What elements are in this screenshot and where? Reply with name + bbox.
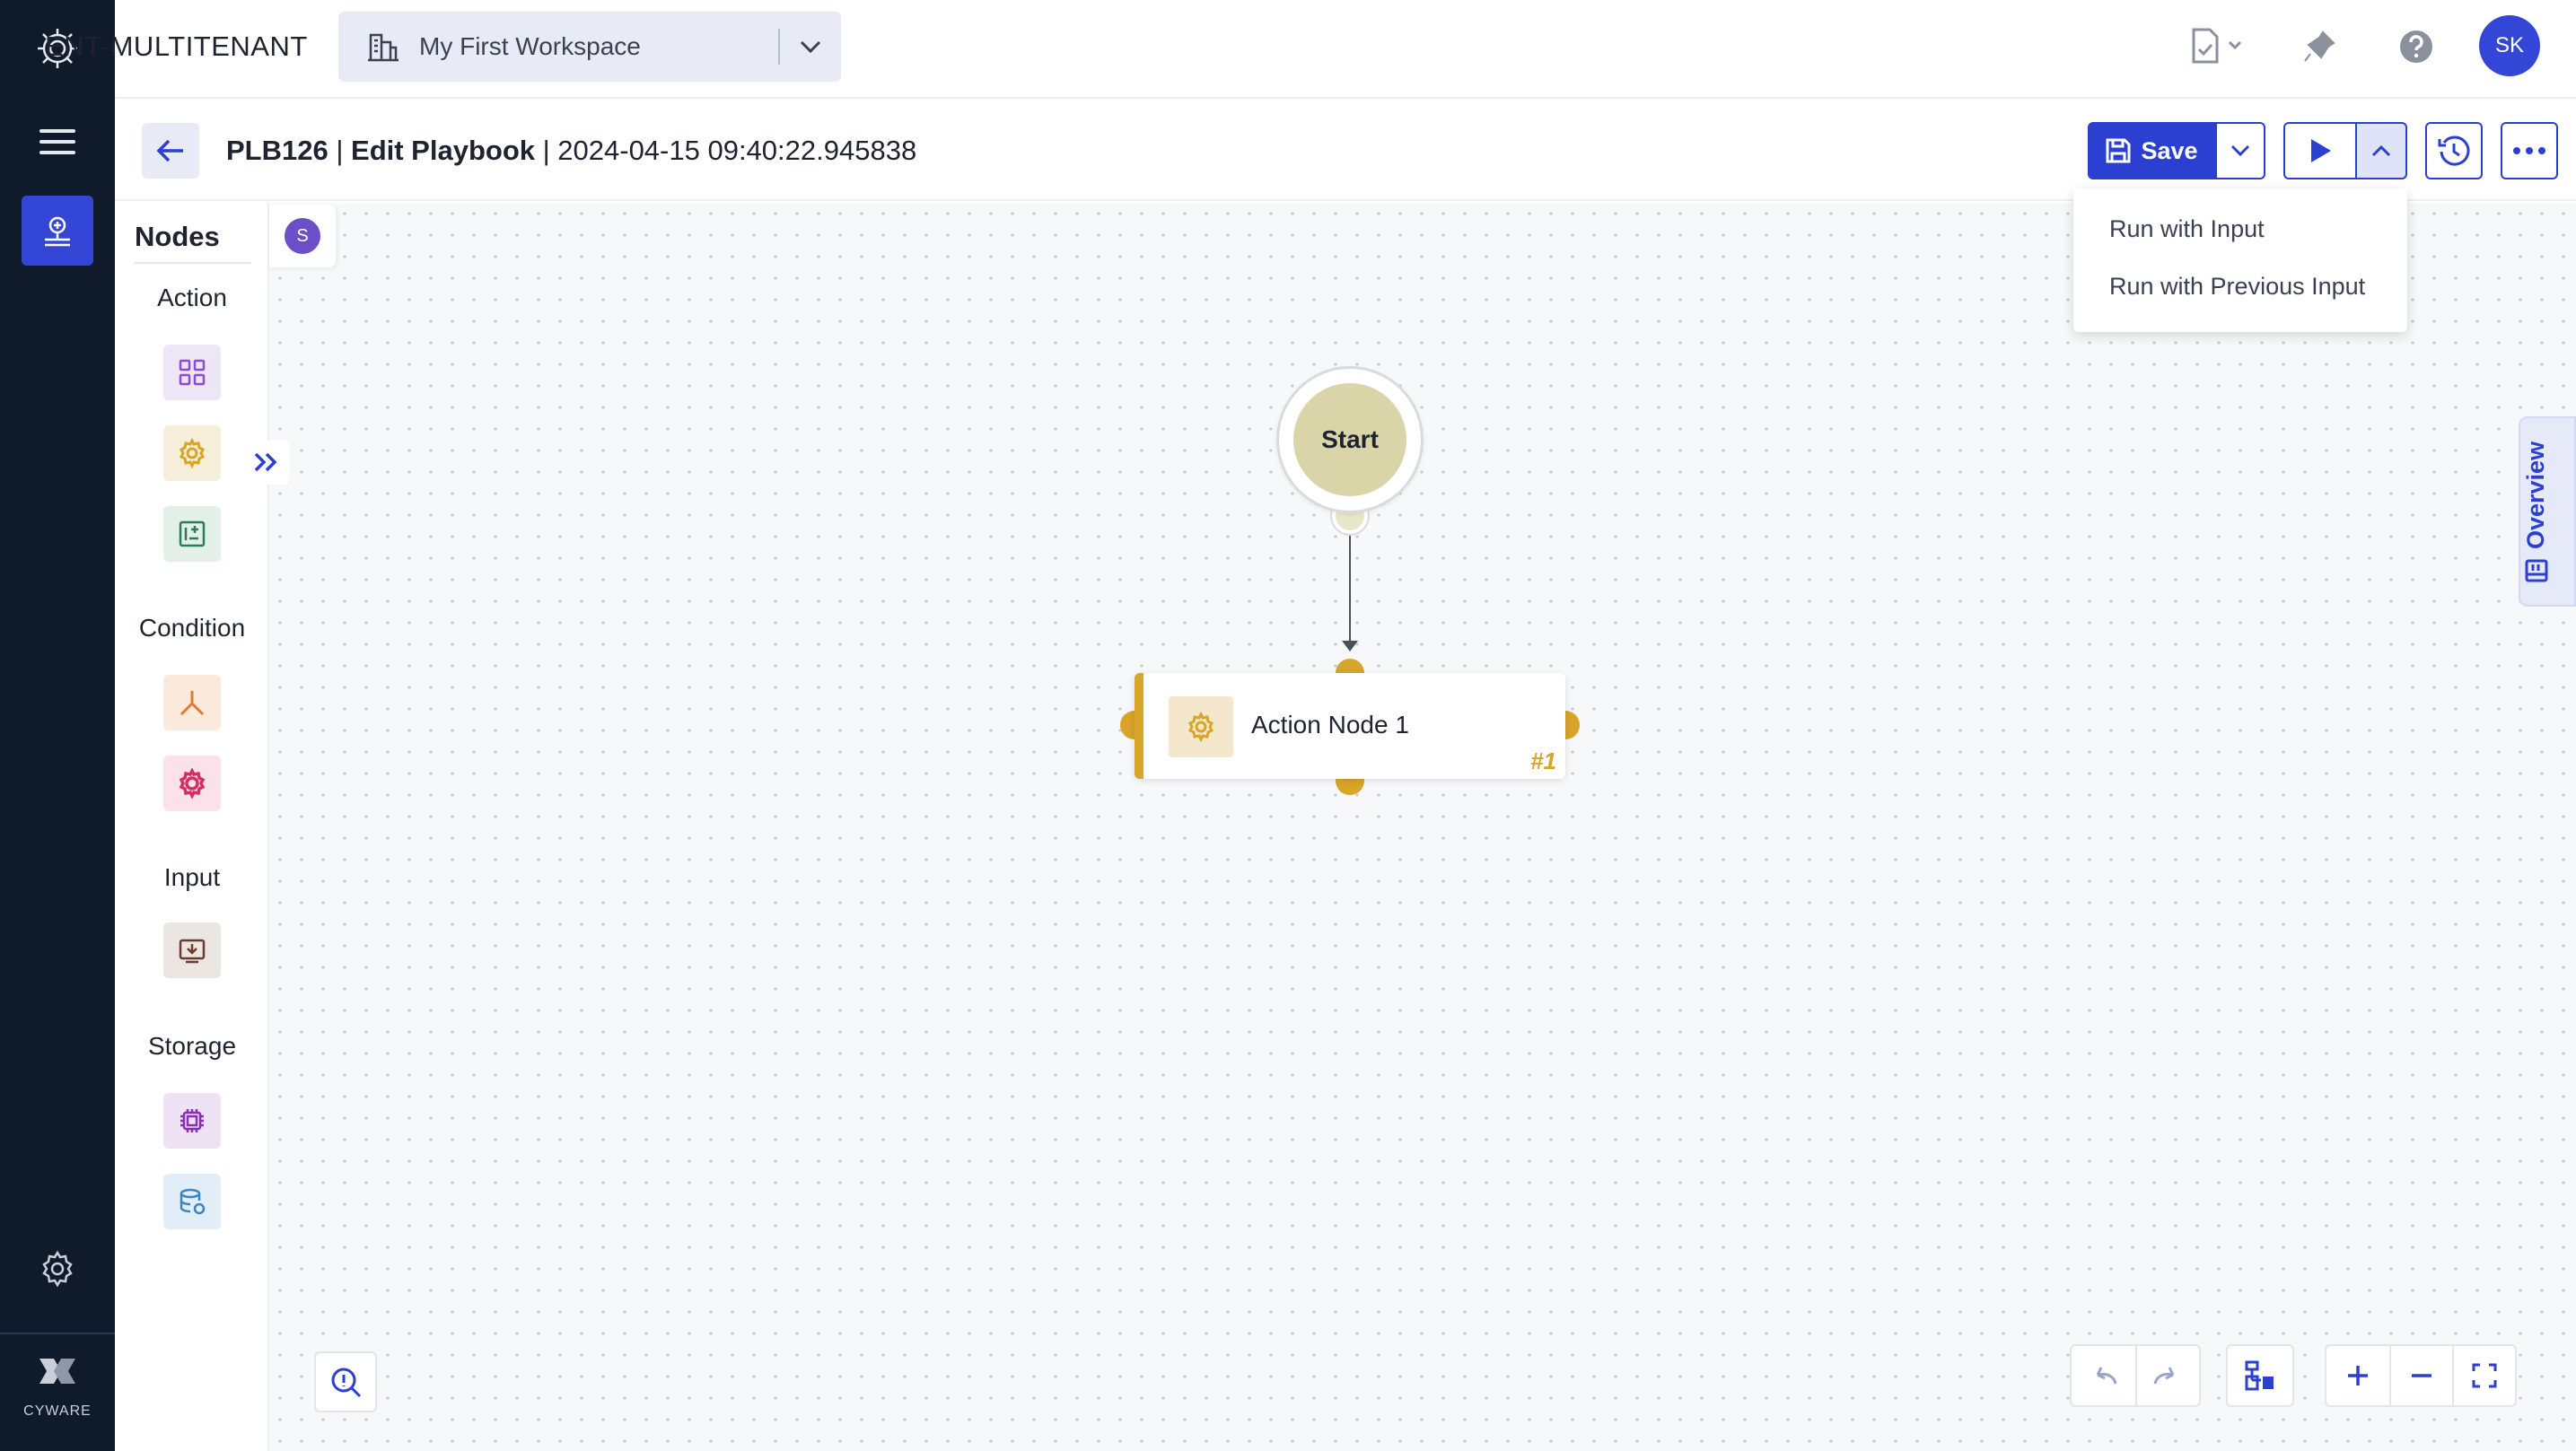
save-label: Save [2141, 136, 2198, 164]
page-title: PLB126 | Edit Playbook | 2024-04-15 09:4… [226, 135, 916, 167]
back-button[interactable] [142, 123, 199, 179]
action-node-label: Action Node 1 [1251, 711, 1409, 739]
input-box-icon[interactable] [163, 922, 221, 978]
flow-edge [1349, 531, 1351, 648]
title-separator: | [535, 135, 558, 166]
save-disk-icon [2106, 138, 2131, 163]
play-icon [2311, 139, 2331, 162]
save-button[interactable]: Save [2088, 122, 2215, 179]
code-bracket-icon[interactable] [163, 506, 221, 562]
start-node[interactable]: Start [1276, 366, 1424, 513]
fit-screen-icon [2472, 1363, 2497, 1388]
fit-screen-button[interactable] [2451, 1346, 2515, 1405]
settings-gear-icon[interactable] [34, 1246, 81, 1292]
database-icon[interactable] [163, 1174, 221, 1229]
zoom-search-icon [331, 1368, 362, 1398]
workspace-label: My First Workspace [419, 32, 641, 60]
building-icon [364, 27, 403, 66]
history-controls [2070, 1344, 2201, 1407]
title-separator: | [328, 135, 352, 166]
chevron-up-icon [2371, 144, 2391, 157]
layout-icon [2245, 1360, 2274, 1391]
avatar[interactable]: SK [2479, 15, 2540, 76]
edit-mode-label: Edit Playbook [351, 135, 535, 166]
left-rail: CYWARE [0, 0, 115, 1451]
document-check-icon[interactable] [2186, 20, 2249, 72]
pink-gear-icon[interactable] [163, 756, 221, 811]
playbook-id: PLB126 [226, 135, 329, 166]
overview-label: Overview [2522, 441, 2549, 549]
collaborator-badge[interactable]: S [269, 205, 336, 267]
workspace-selector[interactable]: My First Workspace [338, 12, 841, 82]
help-icon[interactable] [2391, 22, 2441, 72]
brand-text: CYWARE [23, 1403, 92, 1419]
double-chevron-right-icon [254, 452, 277, 472]
zoom-out-button[interactable] [2388, 1346, 2452, 1405]
redo-button[interactable] [2134, 1346, 2199, 1405]
cyware-brand: CYWARE [0, 1353, 115, 1434]
nodes-title-underline [135, 262, 251, 264]
zoom-in-button[interactable] [2326, 1346, 2389, 1405]
redo-icon [2154, 1367, 2175, 1385]
history-icon [2438, 135, 2470, 166]
layout-controls [2226, 1344, 2294, 1407]
playbook-icon[interactable] [22, 196, 93, 266]
branch-icon[interactable] [163, 675, 221, 730]
undo-icon [2097, 1367, 2117, 1385]
overview-tab-label[interactable]: Overview [2522, 441, 2550, 583]
save-options-button[interactable] [2215, 122, 2265, 179]
history-button[interactable] [2425, 122, 2483, 179]
section-input-label: Input [163, 863, 221, 891]
zoom-search-button[interactable] [314, 1351, 377, 1412]
collaborator-avatar: S [285, 218, 320, 254]
chip-icon[interactable] [163, 1093, 221, 1149]
playbook-canvas[interactable] [269, 203, 2576, 1451]
action-node[interactable]: Action Node 1 #1 [1135, 673, 1565, 779]
chevron-down-icon [2230, 144, 2250, 157]
run-options-button[interactable] [2355, 122, 2407, 179]
grid-icon[interactable] [163, 345, 221, 400]
overview-icon [2525, 559, 2547, 582]
section-action-label: Action [157, 284, 227, 311]
nodes-title: Nodes [135, 221, 220, 252]
expand-panel-button[interactable] [244, 440, 289, 485]
plus-icon [2347, 1366, 2368, 1385]
action-node-number: #1 [1530, 747, 1556, 774]
bell-icon[interactable] [2294, 22, 2344, 72]
more-options-button[interactable] [2501, 122, 2558, 179]
section-storage-label: Storage [147, 1032, 237, 1060]
tenant-name[interactable]: ENT-MULTITENANT [45, 31, 308, 63]
chevron-down-icon[interactable] [780, 12, 841, 82]
undo-button[interactable] [2072, 1346, 2135, 1405]
section-condition-label: Condition [138, 614, 246, 642]
zoom-controls [2325, 1344, 2517, 1407]
auto-layout-button[interactable] [2228, 1346, 2292, 1405]
gear-icon[interactable] [163, 425, 221, 481]
run-button[interactable] [2283, 122, 2357, 179]
start-label: Start [1293, 383, 1406, 496]
menu-item-run-with-input[interactable]: Run with Input [2109, 215, 2265, 243]
minus-icon [2411, 1374, 2431, 1377]
hamburger-icon[interactable] [34, 126, 81, 158]
more-dots-icon [2513, 147, 2545, 154]
version-timestamp: 2024-04-15 09:40:22.945838 [557, 135, 917, 166]
menu-item-run-with-previous-input[interactable]: Run with Previous Input [2109, 273, 2365, 301]
rail-divider [0, 1333, 115, 1334]
gear-icon [1169, 696, 1233, 757]
run-options-menu: Run with Input Run with Previous Input [2073, 188, 2407, 332]
flow-edge-arrow [1342, 641, 1358, 651]
